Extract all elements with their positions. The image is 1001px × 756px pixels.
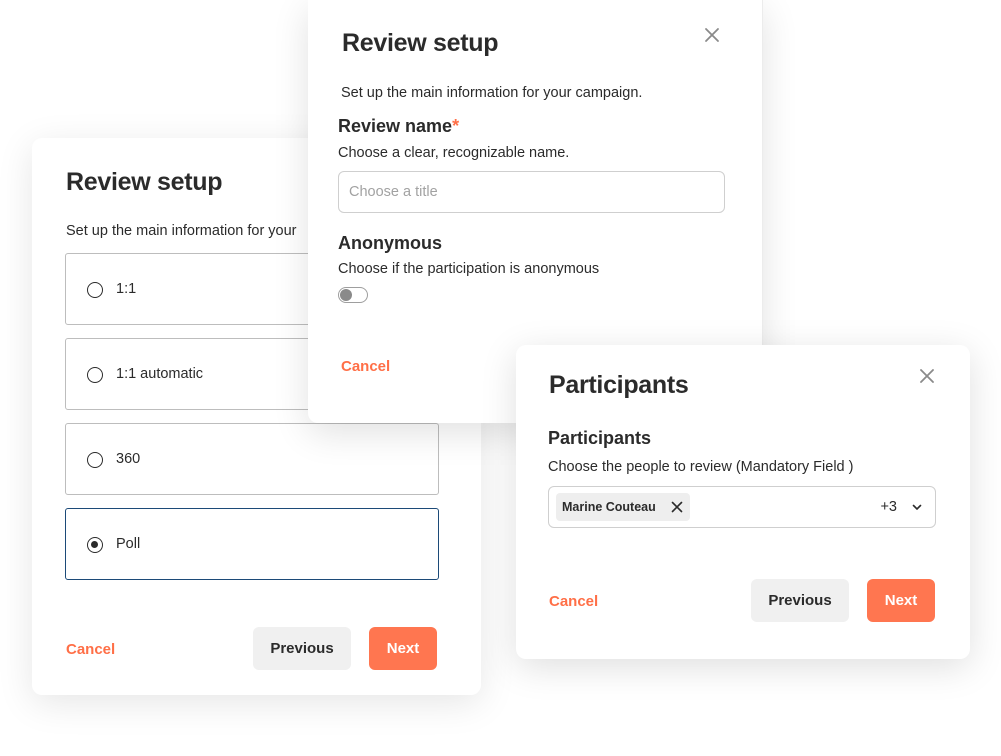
participant-chip: Marine Couteau	[556, 493, 690, 521]
chevron-down-icon[interactable]	[911, 501, 923, 513]
review-name-label: Review name*	[338, 116, 460, 136]
toggle-knob	[340, 289, 352, 301]
radio-button-selected[interactable]	[87, 537, 103, 553]
option-label: 1:1	[116, 281, 137, 297]
radio-button[interactable]	[87, 452, 103, 468]
close-icon[interactable]	[702, 25, 722, 45]
participants-select[interactable]: Marine Couteau +3	[548, 486, 936, 528]
next-button[interactable]: Next	[369, 627, 437, 670]
anonymous-help: Choose if the participation is anonymous	[338, 261, 600, 277]
cancel-button[interactable]: Cancel	[549, 593, 598, 610]
participants-dialog: Participants Participants Choose the peo…	[516, 345, 970, 659]
option-label: 360	[116, 451, 141, 467]
anonymous-label: Anonymous	[338, 233, 443, 253]
close-icon[interactable]	[917, 366, 937, 386]
previous-button[interactable]: Previous	[253, 627, 351, 670]
dialog-title: Participants	[549, 371, 689, 399]
previous-button[interactable]: Previous	[751, 579, 849, 622]
next-button[interactable]: Next	[867, 579, 935, 622]
review-name-help: Choose a clear, recognizable name.	[338, 145, 570, 161]
review-name-input[interactable]	[338, 171, 725, 213]
dialog-description: Set up the main information for your	[66, 223, 297, 239]
dialog-description: Set up the main information for your cam…	[341, 85, 643, 101]
anonymous-toggle[interactable]	[338, 287, 368, 303]
option-label: 1:1 automatic	[116, 366, 204, 382]
review-type-option-poll[interactable]: Poll	[65, 508, 439, 580]
participants-section-label: Participants	[548, 428, 652, 448]
required-asterisk: *	[452, 116, 460, 136]
radio-button[interactable]	[87, 282, 103, 298]
review-type-option-360[interactable]: 360	[65, 423, 439, 495]
dialog-title: Review setup	[66, 168, 223, 196]
radio-button[interactable]	[87, 367, 103, 383]
option-label: Poll	[116, 536, 141, 552]
dialog-title: Review setup	[342, 29, 499, 57]
cancel-button[interactable]: Cancel	[341, 358, 390, 375]
close-icon[interactable]	[670, 500, 684, 514]
more-participants-count: +3	[880, 499, 897, 515]
participants-help: Choose the people to review (Mandatory F…	[548, 459, 854, 475]
cancel-button[interactable]: Cancel	[66, 641, 115, 658]
participant-chip-label: Marine Couteau	[562, 500, 656, 514]
